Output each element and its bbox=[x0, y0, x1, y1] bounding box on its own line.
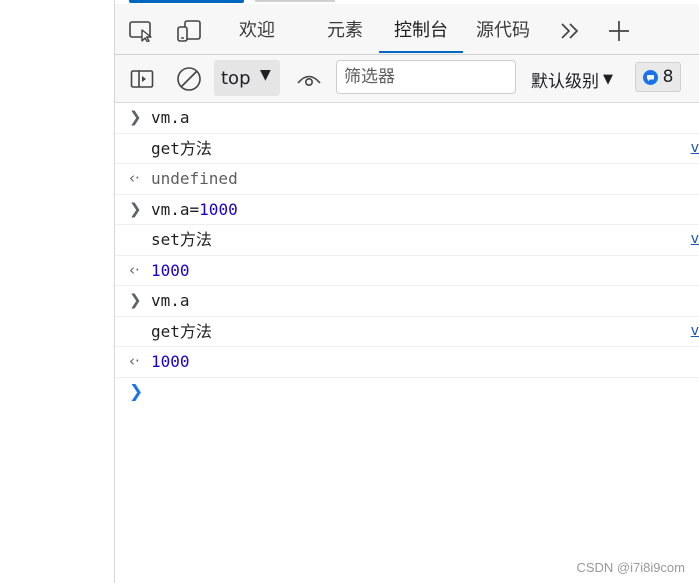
issues-icon bbox=[642, 69, 658, 85]
inactive-strip-indicator bbox=[255, 0, 335, 2]
chevron-down-icon: ▼ bbox=[260, 67, 271, 83]
console-result-row: ‹· 1000 bbox=[115, 256, 699, 286]
console-output: ❯ vm.a get方法 v ‹· undefined ❯ vm.a=1000 … bbox=[115, 103, 699, 407]
devtools-tab-bar: 欢迎 元素 控制台 源代码 bbox=[115, 4, 699, 55]
active-strip-indicator bbox=[129, 0, 244, 3]
source-link[interactable]: v bbox=[691, 134, 699, 163]
input-chevron-icon: ❯ bbox=[129, 199, 142, 218]
tab-console-label: 控制台 bbox=[394, 19, 448, 41]
log-levels-label: 默认级别 bbox=[531, 71, 599, 92]
console-result-row: ‹· undefined bbox=[115, 164, 699, 195]
source-link[interactable]: v bbox=[691, 225, 699, 254]
console-log-text: get方法 bbox=[151, 138, 212, 158]
chevron-down-icon: ▼ bbox=[603, 71, 613, 87]
tab-console[interactable]: 控制台 bbox=[379, 4, 463, 53]
add-tab-icon[interactable] bbox=[605, 18, 633, 44]
console-input-text: vm.a=1000 bbox=[151, 195, 238, 224]
console-input-row: ❯ vm.a=1000 bbox=[115, 195, 699, 225]
console-result-text: 1000 bbox=[151, 260, 190, 280]
input-lhs: vm.a= bbox=[151, 199, 200, 219]
watermark: CSDN @i7i8i9com bbox=[576, 560, 685, 575]
context-value: top bbox=[221, 68, 251, 89]
result-arrow-icon: ‹· bbox=[129, 352, 140, 370]
result-arrow-icon: ‹· bbox=[129, 260, 140, 279]
issues-counter[interactable]: 8 bbox=[635, 62, 681, 92]
console-log-text: get方法 bbox=[151, 321, 212, 341]
input-rhs: 1000 bbox=[199, 199, 238, 219]
tab-welcome-label: 欢迎 bbox=[239, 19, 275, 41]
console-log-row: set方法 v bbox=[115, 225, 699, 256]
console-result-text: 1000 bbox=[151, 352, 190, 371]
console-input-row: ❯ vm.a bbox=[115, 103, 699, 134]
input-chevron-icon: ❯ bbox=[129, 291, 142, 309]
prompt-chevron-icon: ❯ bbox=[129, 381, 144, 402]
console-result-text: undefined bbox=[151, 169, 238, 188]
source-link[interactable]: v bbox=[691, 317, 699, 346]
console-log-text: set方法 bbox=[151, 230, 212, 249]
tab-elements-label: 元素 bbox=[327, 19, 363, 41]
tab-welcome[interactable]: 欢迎 bbox=[224, 4, 290, 53]
live-expression-eye-icon[interactable] bbox=[294, 65, 324, 93]
device-emulation-icon[interactable] bbox=[175, 18, 203, 44]
clear-console-icon[interactable] bbox=[174, 65, 204, 93]
console-prompt[interactable]: ❯ bbox=[115, 378, 699, 408]
console-input-row: ❯ vm.a bbox=[115, 286, 699, 317]
console-result-row: ‹· 1000 bbox=[115, 347, 699, 378]
more-tabs-icon[interactable] bbox=[556, 18, 584, 44]
log-levels-dropdown[interactable]: 默认级别 ▼ bbox=[531, 67, 613, 92]
issues-count: 8 bbox=[662, 67, 674, 87]
tab-sources-label: 源代码 bbox=[476, 19, 530, 41]
console-input-text: vm.a bbox=[151, 291, 190, 310]
console-log-row: get方法 v bbox=[115, 134, 699, 164]
console-input-text: vm.a bbox=[151, 108, 190, 127]
filter-input[interactable] bbox=[336, 60, 516, 94]
console-log-row: get方法 v bbox=[115, 317, 699, 347]
page-pane bbox=[0, 0, 115, 583]
inspect-icon[interactable] bbox=[127, 18, 155, 44]
context-selector[interactable]: top ▼ bbox=[214, 60, 280, 96]
sidebar-toggle-icon[interactable] bbox=[127, 65, 157, 93]
devtools-panel: 欢迎 元素 控制台 源代码 top ▼ 筛选器 默认级别 ▼ 8 ❯ vm.a … bbox=[115, 0, 699, 583]
result-arrow-icon: ‹· bbox=[129, 169, 140, 187]
tab-elements[interactable]: 元素 bbox=[315, 4, 375, 53]
input-chevron-icon: ❯ bbox=[129, 108, 142, 126]
console-toolbar: top ▼ 默认级别 ▼ 8 bbox=[115, 55, 699, 103]
tab-sources[interactable]: 源代码 bbox=[467, 4, 539, 53]
